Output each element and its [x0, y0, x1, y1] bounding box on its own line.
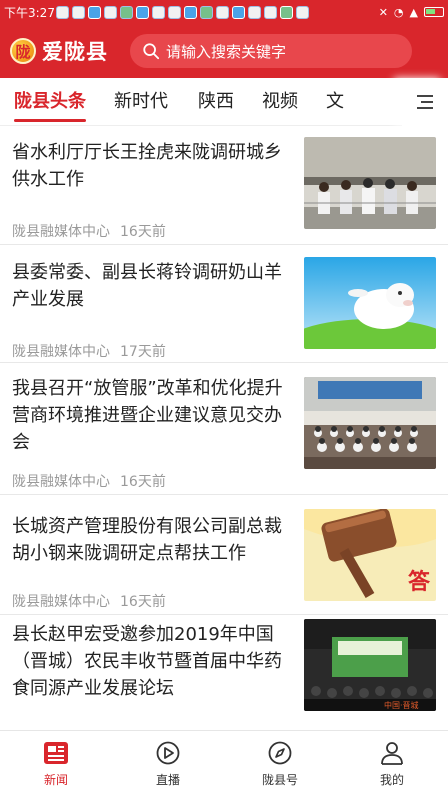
news-source: 陇县融媒体中心 [12, 474, 110, 490]
notification-icon [136, 5, 149, 19]
notification-icon [72, 5, 85, 19]
tab-menu-button[interactable] [402, 78, 448, 126]
live-icon [156, 741, 180, 765]
notification-icon [184, 5, 197, 19]
search-bar[interactable]: 请输入搜索关键字 [130, 34, 412, 68]
notification-icon [200, 5, 213, 19]
notification-icon [264, 5, 277, 19]
notification-icons [56, 5, 379, 19]
notification-icon [248, 5, 261, 19]
app-title: 爱陇县 [42, 39, 108, 64]
news-title: 县长赵甲宏受邀参加2019年中国（晋城）农民丰收节暨首届中华药食同源产业发展论坛 [12, 624, 282, 699]
news-thumbnail [304, 377, 436, 469]
nav-label: 我的 [379, 773, 404, 787]
nav-label: 新闻 [43, 773, 68, 787]
thumbnail-text: 答 [408, 569, 431, 595]
news-icon [44, 742, 68, 764]
nav-news[interactable]: 新闻 [0, 731, 112, 797]
search-icon [143, 43, 160, 60]
news-title: 县委常委、副县长蒋铃调研奶山羊产业发展 [12, 262, 282, 310]
notification-icon [104, 5, 117, 19]
tab-video[interactable]: 视频 [262, 78, 298, 126]
nav-live[interactable]: 直播 [112, 731, 224, 797]
signal-icon: ▲ [409, 5, 418, 19]
news-thumbnail: 中国·晋城 [304, 619, 436, 711]
bottom-nav: 新闻 直播 陇县号 我的 [0, 730, 448, 797]
news-meta: 陇县融媒体中心 16天前 [12, 591, 166, 611]
menu-icon [417, 95, 433, 109]
thumbnail-text: 中国·晋城 [384, 700, 419, 710]
tab-shaanxi[interactable]: 陕西 [198, 78, 234, 126]
news-thumbnail [304, 257, 436, 349]
notification-icon [120, 5, 133, 19]
news-time: 17天前 [120, 344, 166, 360]
news-feed: 省水利厅厅长王拴虎来陇调研城乡供水工作 陇县融媒体中心 16天前 县委常委、副县长… [0, 127, 448, 718]
nav-mine[interactable]: 我的 [336, 731, 448, 797]
news-title: 长城资产管理股份有限公司副总裁胡小钢来陇调研定点帮扶工作 [12, 516, 282, 564]
news-item[interactable]: 县长赵甲宏受邀参加2019年中国（晋城）农民丰收节暨首届中华药食同源产业发展论坛… [0, 615, 448, 718]
nav-label: 陇县号 [261, 773, 298, 787]
news-source: 陇县融媒体中心 [12, 594, 110, 610]
news-source: 陇县融媒体中心 [12, 344, 110, 360]
nav-longxian-account[interactable]: 陇县号 [224, 731, 336, 797]
notification-icon [232, 5, 245, 19]
wifi-icon: ◔ [393, 5, 404, 19]
battery-icon [424, 7, 444, 17]
status-bar: 下午3:27 ✕ ◔ ▲ [0, 0, 448, 24]
news-time: 16天前 [120, 594, 166, 610]
news-time: 16天前 [120, 224, 166, 240]
news-meta: 陇县融媒体中心 16天前 [12, 221, 166, 241]
mute-icon: ✕ [378, 5, 388, 19]
notification-icon [168, 5, 181, 19]
news-item[interactable]: 县委常委、副县长蒋铃调研奶山羊产业发展 陇县融媒体中心 17天前 [0, 245, 448, 363]
news-time: 16天前 [120, 474, 166, 490]
news-item[interactable]: 省水利厅厅长王拴虎来陇调研城乡供水工作 陇县融媒体中心 16天前 [0, 127, 448, 245]
notification-icon [280, 5, 293, 19]
notification-icon [296, 5, 309, 19]
compass-icon [268, 741, 292, 765]
notification-icon [216, 5, 229, 19]
notification-icon [152, 5, 165, 19]
news-thumbnail [304, 137, 436, 229]
news-meta: 陇县融媒体中心 17天前 [12, 341, 166, 361]
tab-longxian-headlines[interactable]: 陇县头条 [14, 78, 86, 126]
person-icon [381, 742, 403, 765]
news-item[interactable]: 长城资产管理股份有限公司副总裁胡小钢来陇调研定点帮扶工作 陇县融媒体中心 16天前… [0, 495, 448, 615]
app-header: 陇 爱陇县 请输入搜索关键字 [0, 24, 448, 78]
news-thumbnail: 答 [304, 509, 436, 601]
status-time: 下午3:27 [4, 5, 55, 20]
news-title: 我县召开“放管服”改革和优化提升营商环境推进暨企业建议意见交办会 [12, 378, 283, 453]
app-logo: 陇 [10, 38, 36, 64]
system-icons: ✕ ◔ ▲ [379, 6, 444, 19]
news-source: 陇县融媒体中心 [12, 224, 110, 240]
tab-new-era[interactable]: 新时代 [114, 78, 168, 126]
news-title: 省水利厅厅长王拴虎来陇调研城乡供水工作 [12, 142, 282, 190]
news-meta: 陇县融媒体中心 16天前 [12, 471, 166, 491]
news-item[interactable]: 我县召开“放管服”改革和优化提升营商环境推进暨企业建议意见交办会 陇县融媒体中心… [0, 363, 448, 495]
tab-culture[interactable]: 文 [326, 78, 344, 126]
category-tabs: 陇县头条 新时代 陕西 视频 文 [0, 78, 448, 126]
search-placeholder: 请输入搜索关键字 [166, 42, 287, 61]
nav-label: 直播 [155, 773, 180, 787]
notification-icon [56, 5, 69, 19]
notification-icon [88, 5, 101, 19]
